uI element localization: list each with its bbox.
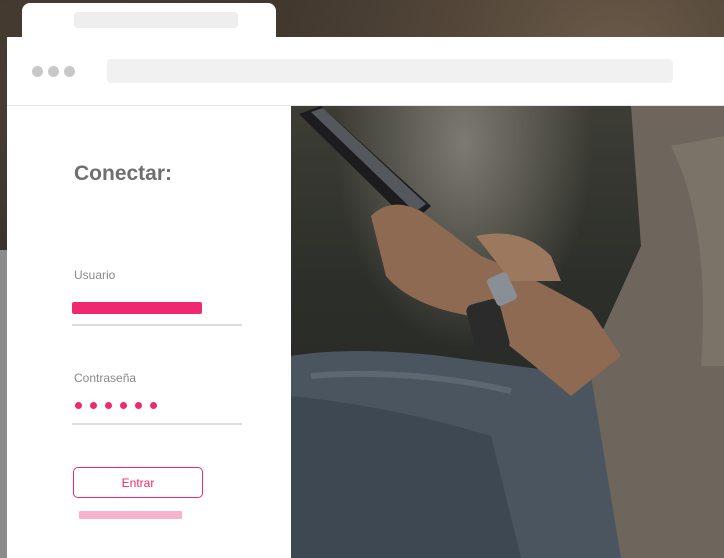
username-input[interactable] <box>72 302 202 314</box>
tab-title-placeholder <box>74 12 238 28</box>
password-mask-dot <box>120 402 127 409</box>
password-mask-dot <box>150 402 157 409</box>
password-underline <box>72 423 242 425</box>
password-label: Contraseña <box>74 371 137 385</box>
hero-photo <box>291 106 724 558</box>
password-mask-dot <box>105 402 112 409</box>
window-dot <box>64 66 75 77</box>
tablet-screen <box>311 108 426 212</box>
photo-illustration <box>291 106 724 558</box>
password-mask-dot <box>135 402 142 409</box>
username-label: Usuario <box>74 268 116 282</box>
window-dots-icon[interactable] <box>32 66 75 77</box>
browser-window: Conectar: Usuario Contraseña Entrar <box>7 37 724 558</box>
address-bar[interactable] <box>107 59 673 83</box>
window-dot <box>48 66 59 77</box>
browser-toolbar <box>7 37 724 106</box>
submit-button[interactable]: Entrar <box>73 467 203 498</box>
login-panel: Conectar: Usuario Contraseña Entrar <box>7 106 291 558</box>
password-mask-dot <box>75 402 82 409</box>
login-title: Conectar: <box>74 162 173 185</box>
forgot-password-link[interactable] <box>79 511 182 519</box>
username-underline <box>72 324 242 326</box>
password-input[interactable] <box>75 402 157 409</box>
window-dot <box>32 66 43 77</box>
password-mask-dot <box>90 402 97 409</box>
